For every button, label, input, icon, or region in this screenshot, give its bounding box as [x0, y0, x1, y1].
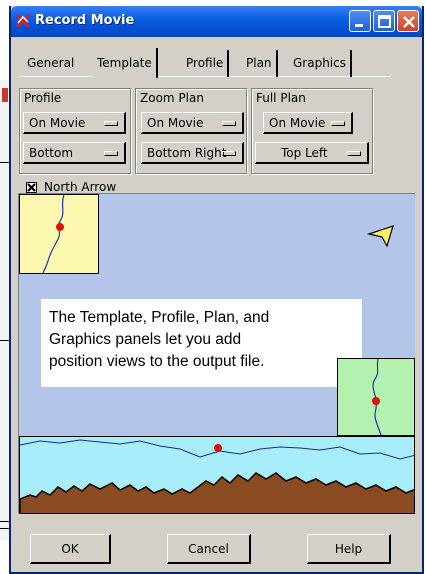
dropdown-indicator-icon [347, 151, 361, 156]
background-app-marker [2, 88, 8, 102]
full-plan-group: Full Plan On Movie Top Left [251, 88, 373, 174]
zoom-plan-group-label: Zoom Plan [140, 91, 204, 105]
full-plan-position-dropdown[interactable]: Top Left [255, 142, 369, 164]
close-button[interactable] [397, 10, 419, 32]
dropdown-indicator-icon [222, 151, 236, 156]
full-plan-group-label: Full Plan [256, 91, 306, 105]
tab-template[interactable]: Template [93, 48, 158, 78]
tab-profile[interactable]: Profile [182, 50, 230, 77]
help-button[interactable]: Help [307, 534, 391, 564]
background-app-divider [0, 340, 9, 341]
profile-group-label: Profile [24, 91, 62, 105]
profile-terrain [20, 472, 414, 513]
dropdown-indicator-icon [104, 151, 118, 156]
template-preview: The Template, Profile, Plan, and Graphic… [18, 193, 415, 514]
profile-group: Profile On Movie Bottom [19, 88, 131, 174]
checkmark-icon [27, 183, 36, 192]
note-line: The Template, Profile, Plan, and [49, 309, 270, 326]
north-arrow-checkbox[interactable] [26, 182, 37, 193]
full-plan-visibility-value: On Movie [269, 116, 326, 130]
record-movie-icon [15, 13, 31, 29]
note-line: position views to the output file. [49, 353, 265, 370]
zoom-plan-position-value: Bottom Right [147, 146, 227, 160]
background-app-strip [0, 80, 9, 540]
zoom-plan-visibility-value: On Movie [147, 116, 204, 130]
close-icon [403, 16, 415, 28]
profile-position-value: Bottom [29, 146, 74, 160]
dropdown-indicator-icon [222, 121, 236, 126]
zoom-plan-view [337, 358, 415, 436]
window-title: Record Movie [35, 13, 135, 28]
title-bar[interactable]: Record Movie [11, 6, 422, 37]
cancel-button[interactable]: Cancel [167, 534, 251, 564]
full-plan-position-marker [56, 223, 64, 231]
note-line: Graphics panels let you add [49, 331, 242, 348]
dropdown-indicator-icon [104, 121, 118, 126]
dropdown-indicator-icon [331, 121, 345, 126]
tab-graphics[interactable]: Graphics [289, 50, 352, 77]
profile-visibility-value: On Movie [29, 116, 86, 130]
background-app-divider [0, 521, 9, 522]
tab-general[interactable]: General [23, 50, 78, 77]
background-app-divider [0, 528, 9, 529]
ok-button[interactable]: OK [30, 534, 111, 564]
full-plan-view [19, 194, 99, 274]
north-arrow-icon [367, 225, 394, 248]
full-plan-visibility-dropdown[interactable]: On Movie [263, 112, 353, 134]
zoom-plan-visibility-dropdown[interactable]: On Movie [141, 112, 244, 134]
zoom-plan-position-marker [372, 397, 380, 405]
maximize-button[interactable] [373, 10, 395, 32]
minimize-icon [355, 24, 363, 27]
north-arrow-label: North Arrow [44, 180, 117, 194]
zoom-plan-group: Zoom Plan On Movie Bottom Right [135, 88, 247, 174]
template-info-note: The Template, Profile, Plan, and Graphic… [41, 299, 362, 387]
record-movie-dialog: Record Movie General Template Profile Pl… [9, 6, 424, 574]
minimize-button[interactable] [349, 10, 371, 32]
tab-plan[interactable]: Plan [242, 50, 278, 77]
profile-position-marker [214, 444, 222, 452]
profile-view [19, 436, 415, 514]
maximize-icon [378, 15, 391, 28]
background-app-divider [0, 162, 9, 163]
full-plan-route-line [42, 195, 65, 273]
tab-strip: General Template Profile Plan Graphics [19, 48, 391, 78]
profile-visibility-dropdown[interactable]: On Movie [23, 112, 126, 134]
full-plan-position-value: Top Left [281, 146, 328, 160]
profile-position-dropdown[interactable]: Bottom [23, 142, 126, 164]
zoom-plan-position-dropdown[interactable]: Bottom Right [141, 142, 244, 164]
